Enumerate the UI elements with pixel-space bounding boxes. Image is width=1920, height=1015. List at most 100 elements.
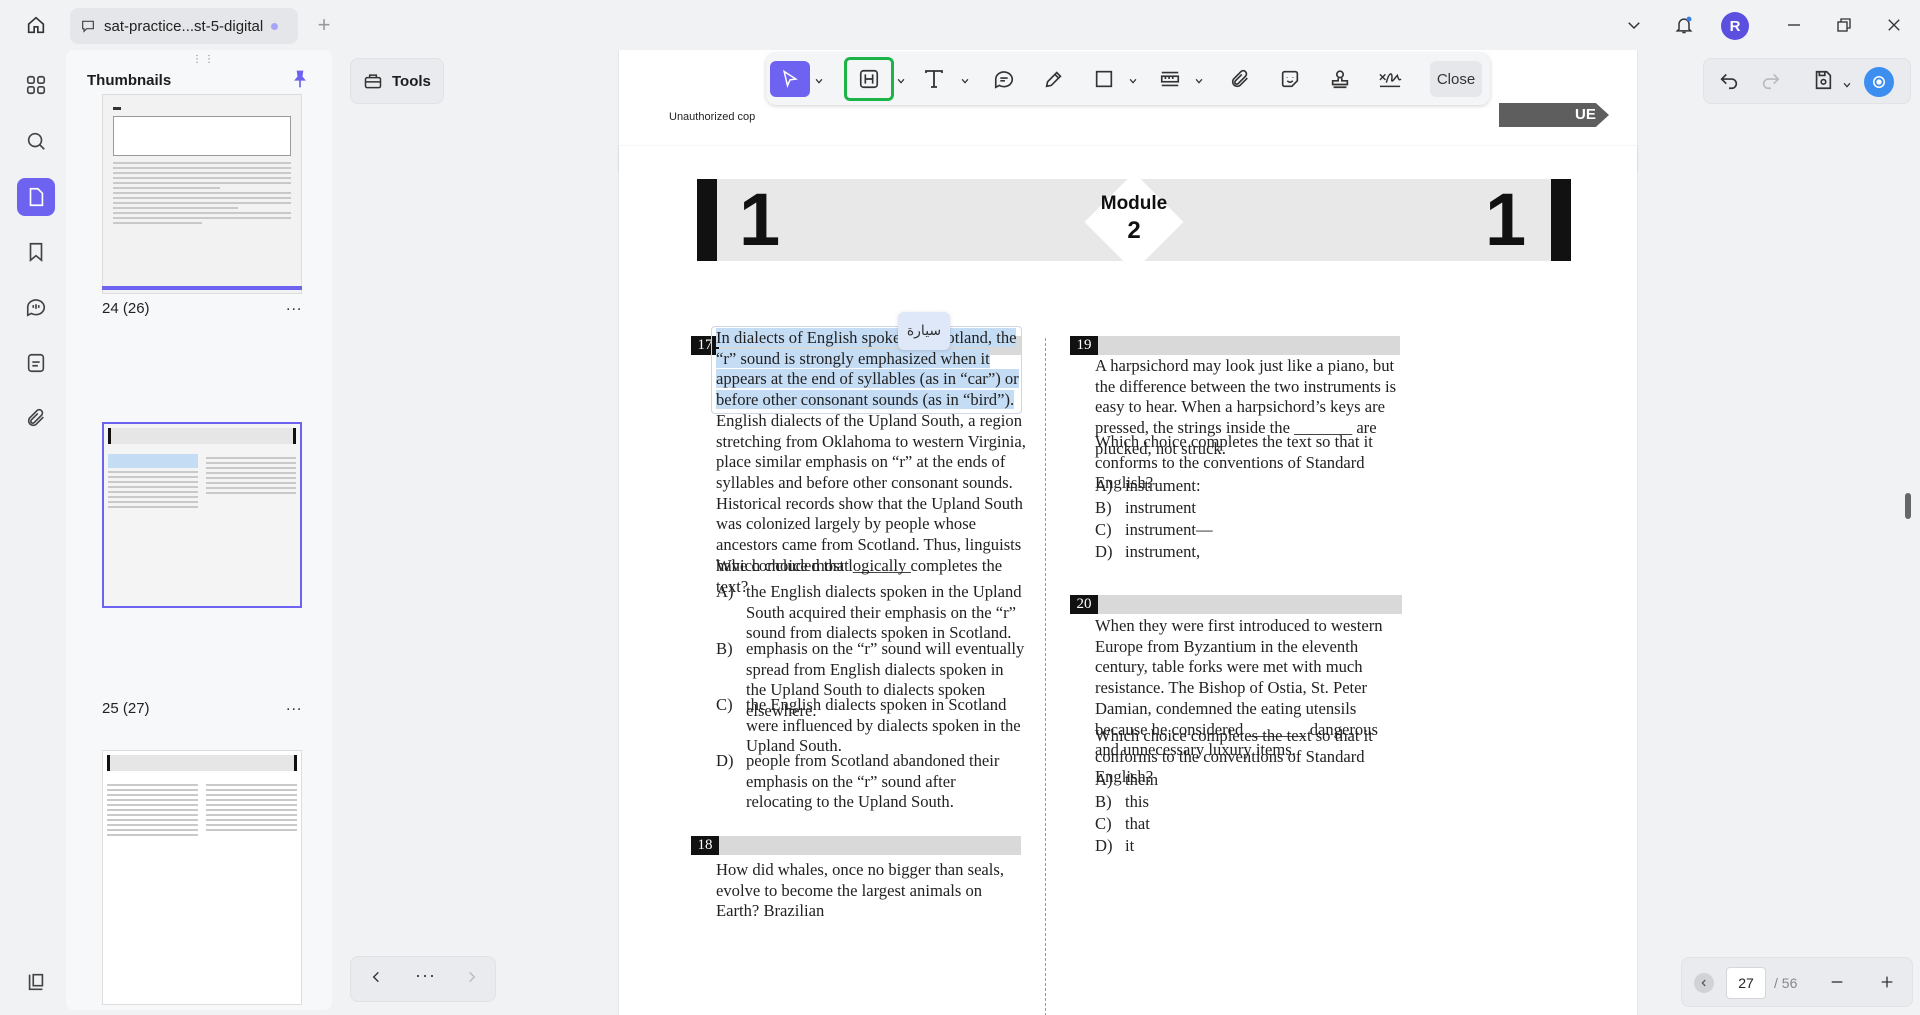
rectangle-icon[interactable]	[1084, 61, 1124, 97]
thumbnail-more-button[interactable]: ...	[286, 697, 302, 715]
chevron-down-icon[interactable]	[896, 73, 906, 91]
apps-grid-icon[interactable]	[17, 66, 55, 104]
question-number: 20	[1070, 595, 1098, 614]
highlighted-text[interactable]: In dialects of English spoken in Scotlan…	[716, 328, 1019, 410]
option-letter: B)	[1095, 498, 1112, 517]
comment-icon[interactable]	[984, 61, 1024, 97]
right-toolbar	[1703, 58, 1911, 104]
thumbnail-more-button[interactable]: ...	[286, 297, 302, 315]
document-viewport[interactable]: Unauthorized cop UE 1 Module 2 1 17 In d…	[506, 50, 1920, 1015]
option-letter: A)	[1095, 770, 1113, 789]
option-letter: C)	[1095, 814, 1112, 833]
attachment-icon[interactable]	[1220, 61, 1260, 97]
close-toolbar-button[interactable]: Close	[1430, 61, 1482, 97]
signature-icon[interactable]	[1370, 61, 1410, 97]
page-thumbnail[interactable]	[102, 750, 302, 1005]
chevron-down-icon[interactable]	[960, 73, 970, 91]
document-tab[interactable]: sat-practice...st-5-digital	[70, 8, 298, 44]
page-pager: 27 / 56	[1681, 957, 1913, 1007]
sticker-icon[interactable]	[1270, 61, 1310, 97]
previous-page-icon[interactable]	[1694, 973, 1714, 993]
pen-icon[interactable]	[1034, 61, 1074, 97]
current-page[interactable]: 1 Module 2 1 17 In dialects of English s…	[619, 146, 1637, 1015]
tab-title: sat-practice...st-5-digital	[104, 17, 264, 35]
module-left-number: 1	[739, 178, 781, 261]
toolbox-icon	[364, 74, 382, 89]
thumbnail-label: 24 (26)	[102, 300, 150, 317]
chevron-down-icon[interactable]	[1194, 73, 1204, 91]
answer-option: B) emphasis on the “r” sound will eventu…	[716, 639, 1026, 720]
panel-title: Thumbnails	[87, 72, 172, 89]
search-icon[interactable]	[17, 122, 55, 160]
option-text: that	[1125, 814, 1150, 833]
highlight-h-icon[interactable]	[844, 57, 894, 101]
option-letter: C)	[716, 695, 733, 714]
option-text: it	[1125, 836, 1135, 855]
page-total: / 56	[1774, 975, 1798, 991]
option-letter: C)	[1095, 520, 1112, 539]
drag-handle-icon[interactable]: ⋮⋮	[192, 54, 216, 65]
chevron-down-icon[interactable]	[1622, 13, 1646, 37]
module-word: Module	[1100, 193, 1168, 214]
comments-icon[interactable]	[17, 288, 55, 326]
question-header: 20	[1070, 595, 1402, 614]
restore-icon[interactable]	[1832, 13, 1856, 37]
passage-text: English dialects of the Upland South, a …	[716, 410, 1026, 575]
next-page-icon[interactable]	[465, 968, 479, 991]
layers-icon[interactable]	[17, 963, 55, 1001]
module-bar-left	[697, 179, 717, 261]
page-thumbnail-selected[interactable]	[102, 422, 302, 608]
option-letter: A)	[716, 582, 734, 601]
save-icon[interactable]	[1812, 69, 1834, 96]
zoom-in-icon[interactable]	[1872, 967, 1902, 997]
continue-arrow-text: UE	[1575, 106, 1596, 123]
stamp-icon[interactable]	[1320, 61, 1360, 97]
question-passage[interactable]: In dialects of English spoken in Scotlan…	[716, 328, 1026, 576]
select-arrow-icon[interactable]	[770, 61, 810, 97]
option-text: instrument,	[1125, 542, 1201, 561]
title-bar: sat-practice...st-5-digital + R	[0, 0, 1920, 50]
avatar[interactable]: R	[1721, 12, 1749, 40]
module-number: 2	[1127, 217, 1141, 244]
chevron-down-icon[interactable]	[814, 73, 824, 91]
bell-icon[interactable]	[1672, 13, 1696, 37]
page-nav-group: ···	[350, 956, 496, 1002]
option-text: people from Scotland abandoned their emp…	[746, 751, 1000, 812]
page-number-input[interactable]: 27	[1726, 967, 1766, 999]
measure-icon[interactable]	[1150, 61, 1190, 97]
option-text: instrument	[1125, 498, 1196, 517]
option-text: this	[1125, 792, 1149, 811]
minimize-icon[interactable]	[1782, 13, 1806, 37]
tools-button[interactable]: Tools	[350, 58, 444, 104]
module-bar-right	[1551, 179, 1571, 261]
close-window-icon[interactable]	[1882, 13, 1906, 37]
thumbnails-page-icon[interactable]	[17, 178, 55, 216]
left-rail	[6, 50, 66, 1010]
pin-icon[interactable]	[290, 68, 310, 95]
answer-option: C) the English dialects spoken in Scotla…	[716, 695, 1026, 759]
redo-icon[interactable]	[1760, 69, 1782, 96]
undo-icon[interactable]	[1718, 69, 1740, 96]
attachment-icon[interactable]	[17, 399, 55, 437]
text-icon[interactable]	[914, 61, 954, 97]
comment-icon	[82, 20, 94, 33]
form-icon[interactable]	[17, 344, 55, 382]
thumbnail-label: 25 (27)	[102, 700, 150, 717]
question-passage: How did whales, once no bigger than seal…	[716, 860, 1005, 921]
add-tab-button[interactable]: +	[312, 12, 336, 37]
module-banner: 1 Module 2 1	[697, 172, 1571, 272]
chevron-down-icon[interactable]	[1842, 77, 1852, 95]
option-letter: B)	[716, 639, 733, 658]
module-right-number: 1	[1485, 178, 1527, 261]
ai-assistant-icon[interactable]	[1864, 67, 1894, 97]
page-thumbnail[interactable]	[102, 94, 302, 294]
previous-page-icon[interactable]	[369, 968, 383, 991]
bookmark-icon[interactable]	[17, 233, 55, 271]
chevron-down-icon[interactable]	[1128, 73, 1138, 91]
vertical-scrollbar[interactable]	[1905, 493, 1911, 519]
home-icon[interactable]	[24, 13, 48, 37]
translation-popup[interactable]: سيارة	[898, 312, 950, 350]
zoom-out-icon[interactable]	[1822, 967, 1852, 997]
more-icon[interactable]: ···	[415, 965, 436, 986]
unauthorized-copy-text: Unauthorized cop	[669, 111, 756, 123]
